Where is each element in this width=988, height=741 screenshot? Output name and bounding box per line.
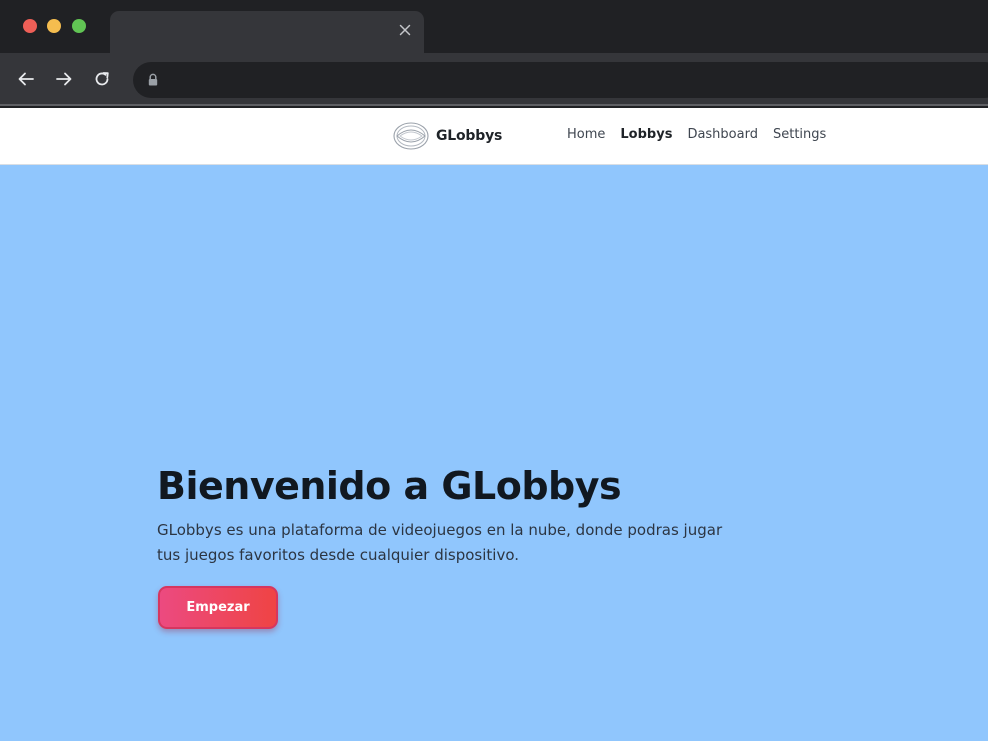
browser-tab-bar [0, 0, 988, 53]
site-navbar: GLobbys Home Lobbys Dashboard Settings [0, 108, 988, 165]
globbys-logo-icon [393, 121, 429, 151]
window-minimize-button[interactable] [47, 19, 61, 33]
close-icon[interactable] [395, 20, 415, 40]
nav-links: Home Lobbys Dashboard Settings [567, 127, 826, 142]
nav-link-home[interactable]: Home [567, 127, 605, 142]
hero-title: Bienvenido a GLobbys [157, 464, 622, 508]
brand-name: GLobbys [436, 128, 503, 144]
brand-link[interactable]: GLobbys [393, 121, 502, 151]
hero-description: GLobbys es una plataforma de videojuegos… [157, 521, 723, 564]
browser-toolbar [0, 53, 988, 106]
back-arrow-icon[interactable] [14, 67, 38, 91]
hero-section: Bienvenido a GLobbys GLobbys es una plat… [157, 461, 797, 568]
lock-icon [147, 73, 159, 87]
reload-icon[interactable] [90, 67, 114, 91]
start-button[interactable]: Empezar [158, 586, 278, 629]
nav-link-dashboard[interactable]: Dashboard [687, 127, 758, 142]
browser-tab[interactable] [110, 11, 424, 53]
nav-link-settings[interactable]: Settings [773, 127, 826, 142]
web-page: GLobbys Home Lobbys Dashboard Settings B… [0, 108, 988, 741]
window-close-button[interactable] [23, 19, 37, 33]
nav-link-lobbys[interactable]: Lobbys [620, 127, 672, 142]
forward-arrow-icon[interactable] [52, 67, 76, 91]
window-maximize-button[interactable] [72, 19, 86, 33]
address-bar[interactable] [133, 62, 988, 98]
